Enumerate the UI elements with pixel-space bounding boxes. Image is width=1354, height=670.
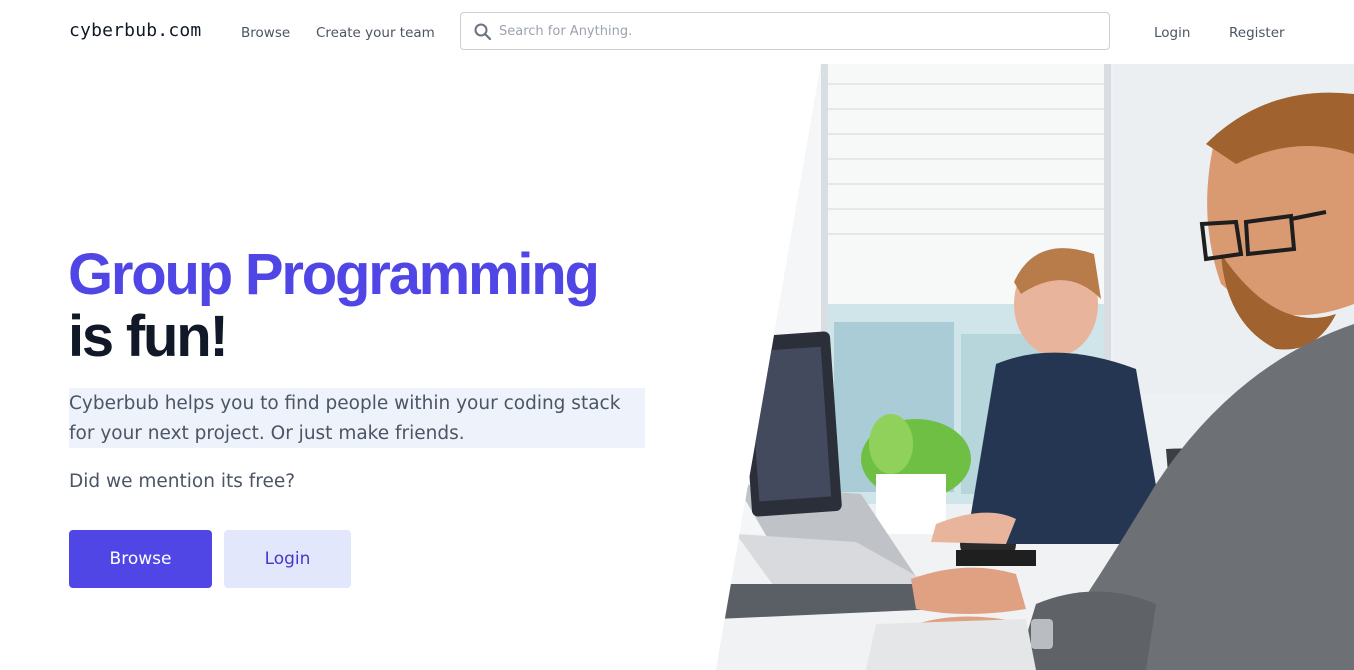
hero-title-line1: Group Programming <box>68 242 600 307</box>
hero-free-note: Did we mention its free? <box>69 471 296 492</box>
hero-title-line2: is fun! <box>68 304 229 369</box>
top-navbar: cyberbub.com Browse Create your team Log… <box>0 0 1354 64</box>
login-button[interactable]: Login <box>224 530 351 588</box>
search-input[interactable] <box>499 13 1099 49</box>
nav-login-link[interactable]: Login <box>1154 25 1190 41</box>
browse-button[interactable]: Browse <box>69 530 212 588</box>
search-bar[interactable] <box>460 12 1110 50</box>
search-icon <box>473 22 493 42</box>
nav-browse-link[interactable]: Browse <box>241 25 290 41</box>
hero-description: Cyberbub helps you to find people within… <box>69 388 645 448</box>
site-logo[interactable]: cyberbub.com <box>69 20 201 41</box>
nav-create-team-link[interactable]: Create your team <box>316 25 435 41</box>
hero-title: Group Programming is fun! <box>68 242 600 369</box>
hero-photo-illustration <box>716 64 1354 670</box>
nav-register-link[interactable]: Register <box>1229 25 1285 41</box>
hero-photo <box>716 64 1354 670</box>
